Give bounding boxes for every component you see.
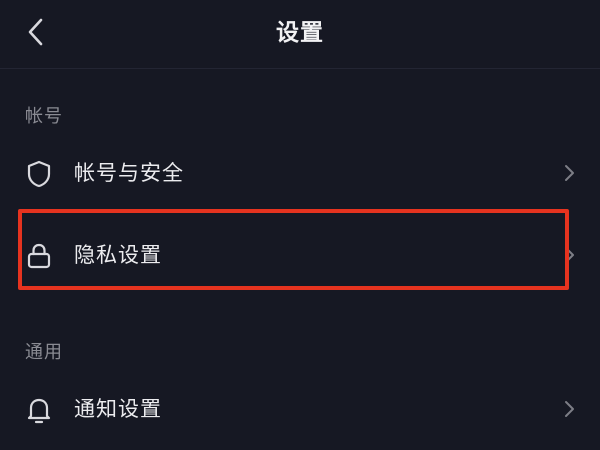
- settings-row-privacy[interactable]: 隐私设置: [0, 220, 600, 290]
- shield-icon: [24, 159, 54, 189]
- top-nav-bar: 设置: [0, 0, 600, 68]
- section-label-general: 通用: [25, 342, 63, 363]
- chevron-right-icon: [562, 245, 576, 265]
- settings-row-label: 隐私设置: [74, 243, 162, 267]
- chevron-right-icon: [562, 163, 576, 183]
- chevron-right-icon: [562, 399, 576, 419]
- settings-row-account-security[interactable]: 帐号与安全: [0, 138, 600, 208]
- bell-icon: [24, 395, 54, 425]
- lock-icon: [24, 241, 54, 271]
- header-divider: [0, 68, 600, 69]
- settings-row-label: 帐号与安全: [74, 161, 184, 185]
- settings-row-label: 通知设置: [74, 397, 162, 421]
- page-title: 设置: [276, 20, 324, 46]
- section-label-account: 帐号: [25, 106, 63, 127]
- settings-row-notifications[interactable]: 通知设置: [0, 374, 600, 444]
- settings-page: 设置 帐号 帐号与安全 隐私设置 通用 通知设置: [0, 0, 600, 450]
